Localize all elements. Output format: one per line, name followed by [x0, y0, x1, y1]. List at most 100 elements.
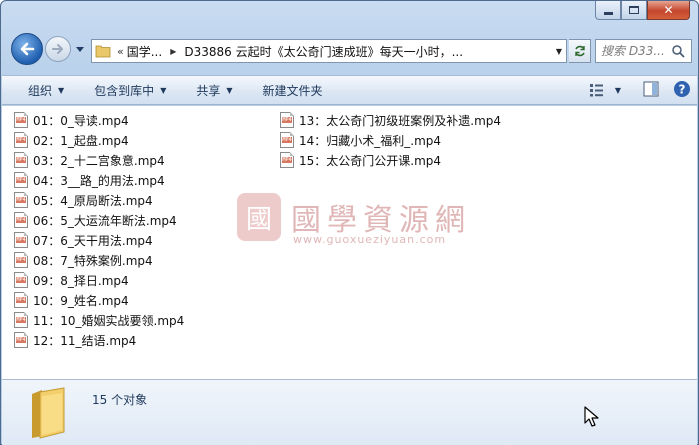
file-name: 11：10_婚姻实战要领.mp4	[33, 313, 185, 328]
file-name: 13：太公奇门初级班案例及补遗.mp4	[299, 113, 502, 128]
breadcrumb-arrow-icon[interactable]: ▶	[170, 47, 176, 56]
change-view-button[interactable]: ▼	[589, 83, 621, 97]
preview-pane-button[interactable]	[643, 81, 659, 100]
file-name: 12：11_结语.mp4	[33, 333, 137, 348]
refresh-icon	[574, 45, 585, 57]
forward-button[interactable]	[45, 36, 71, 62]
preview-pane-icon	[643, 81, 659, 96]
watermark-url: www.guoxueziyuan.com	[293, 233, 447, 246]
folder-icon	[92, 40, 114, 62]
help-icon: ?	[674, 80, 690, 97]
forward-arrow-icon	[52, 44, 63, 54]
mp4-file-icon: MP4	[280, 112, 294, 128]
maximize-button[interactable]	[621, 1, 647, 20]
close-icon: ✕	[663, 3, 674, 17]
address-bar[interactable]: « 国学... ▶ D33886 云起时《太公奇门速成班》每天一小时，... ▼	[91, 39, 567, 63]
mp4-file-icon: MP4	[14, 332, 28, 348]
list-item[interactable]: MP4 09：8_择日.mp4	[14, 270, 184, 290]
minimize-button[interactable]	[595, 1, 621, 20]
mp4-file-icon: MP4	[280, 152, 294, 168]
mp4-file-icon: MP4	[14, 172, 28, 188]
refresh-button[interactable]	[569, 39, 591, 63]
mp4-file-icon: MP4	[14, 192, 28, 208]
file-name: 06：5_大运流年断法.mp4	[33, 213, 177, 228]
list-item[interactable]: MP4 12：11_结语.mp4	[14, 330, 184, 350]
file-name: 08：7_特殊案例.mp4	[33, 253, 153, 268]
mp4-file-icon: MP4	[14, 232, 28, 248]
mp4-file-icon: MP4	[14, 132, 28, 148]
mp4-file-icon: MP4	[280, 132, 294, 148]
organize-menu[interactable]: 组织 ▼	[20, 77, 72, 103]
folder-icon	[32, 387, 65, 439]
mp4-file-icon: MP4	[14, 212, 28, 228]
mp4-file-icon: MP4	[14, 312, 28, 328]
mp4-file-icon: MP4	[14, 112, 28, 128]
file-name: 04：3__路_的用法.mp4	[33, 173, 165, 188]
address-dropdown-icon[interactable]: ▼	[556, 40, 562, 62]
chevron-down-icon: ▼	[614, 85, 621, 95]
mp4-file-icon: MP4	[14, 152, 28, 168]
mp4-file-icon: MP4	[14, 272, 28, 288]
minimize-icon	[603, 11, 613, 15]
file-name: 14：归藏小术_福利_.mp4	[299, 133, 442, 148]
chevron-down-icon: ▼	[226, 85, 233, 95]
mp4-file-icon: MP4	[14, 252, 28, 268]
file-name: 07：6_天干用法.mp4	[33, 233, 153, 248]
file-name: 03：2_十二宫象意.mp4	[33, 153, 165, 168]
mouse-cursor-icon	[584, 406, 599, 427]
address-overflow-chevron[interactable]: «	[117, 45, 124, 58]
file-column-2: MP4 13：太公奇门初级班案例及补遗.mp4 MP4 14：归藏小术_福利_.mp…	[280, 110, 501, 170]
watermark-logo: 國	[237, 193, 281, 241]
include-in-library-menu[interactable]: 包含到库中 ▼	[86, 77, 174, 103]
close-button[interactable]: ✕	[647, 1, 690, 20]
list-item[interactable]: MP4 01：0_导读.mp4	[14, 110, 184, 130]
file-name: 02：1_起盘.mp4	[33, 133, 129, 148]
address-segment-current[interactable]: D33886 云起时《太公奇门速成班》每天一小时，...	[184, 43, 463, 60]
organize-label: 组织	[28, 83, 53, 98]
explorer-window: ✕ « 国学... ▶ D33886 云起时《太公奇门速成班》每天一小时，...…	[0, 0, 699, 445]
share-label: 共享	[196, 83, 221, 98]
include-in-library-label: 包含到库中	[94, 83, 155, 98]
help-button[interactable]: ?	[673, 80, 691, 101]
list-item[interactable]: MP4 05：4_原局断法.mp4	[14, 190, 184, 210]
back-arrow-icon	[20, 42, 35, 56]
chevron-down-icon: ▼	[58, 85, 65, 95]
list-item[interactable]: MP4 14：归藏小术_福利_.mp4	[280, 130, 501, 150]
share-menu[interactable]: 共享 ▼	[188, 77, 240, 103]
command-bar: 组织 ▼ 包含到库中 ▼ 共享 ▼ 新建文件夹 ▼ ?	[2, 75, 697, 105]
svg-text:?: ?	[679, 82, 686, 96]
caption-buttons: ✕	[595, 1, 690, 20]
file-name: 09：8_择日.mp4	[33, 273, 129, 288]
navigation-bar: « 国学... ▶ D33886 云起时《太公奇门速成班》每天一小时，... ▼	[9, 31, 692, 71]
file-name: 10：9_姓名.mp4	[33, 293, 129, 308]
view-icon	[589, 84, 603, 97]
list-item[interactable]: MP4 11：10_婚姻实战要领.mp4	[14, 310, 184, 330]
maximize-icon	[629, 6, 639, 14]
file-name: 01：0_导读.mp4	[33, 113, 129, 128]
item-count: 15 个对象	[92, 393, 148, 407]
list-item[interactable]: MP4 08：7_特殊案例.mp4	[14, 250, 184, 270]
list-item[interactable]: MP4 04：3__路_的用法.mp4	[14, 170, 184, 190]
back-button[interactable]	[11, 33, 43, 65]
file-column-1: MP4 01：0_导读.mp4 MP4 02：1_起盘.mp4 MP4 03：2_十二…	[14, 110, 184, 350]
file-name: 05：4_原局断法.mp4	[33, 193, 153, 208]
list-item[interactable]: MP4 07：6_天干用法.mp4	[14, 230, 184, 250]
list-item[interactable]: MP4 03：2_十二宫象意.mp4	[14, 150, 184, 170]
address-segment-parent[interactable]: 国学...	[127, 43, 162, 60]
file-list-view: 國 國學資源網 www.guoxueziyuan.com MP4 01：0_导读.…	[2, 106, 697, 379]
chevron-down-icon: ▼	[160, 85, 167, 95]
new-folder-button[interactable]: 新建文件夹	[255, 77, 331, 103]
list-item[interactable]: MP4 02：1_起盘.mp4	[14, 130, 184, 150]
list-item[interactable]: MP4 10：9_姓名.mp4	[14, 290, 184, 310]
new-folder-label: 新建文件夹	[262, 83, 323, 98]
list-item[interactable]: MP4 13：太公奇门初级班案例及补遗.mp4	[280, 110, 501, 130]
list-item[interactable]: MP4 06：5_大运流年断法.mp4	[14, 210, 184, 230]
list-item[interactable]: MP4 15：太公奇门公开课.mp4	[280, 150, 501, 170]
mp4-file-icon: MP4	[14, 292, 28, 308]
search-input[interactable]	[601, 44, 671, 58]
search-box[interactable]	[595, 39, 692, 63]
search-icon[interactable]	[671, 44, 685, 58]
file-name: 15：太公奇门公开课.mp4	[299, 153, 442, 168]
recent-pages-dropdown-icon[interactable]	[75, 44, 85, 54]
view-controls: ▼ ?	[589, 76, 691, 104]
